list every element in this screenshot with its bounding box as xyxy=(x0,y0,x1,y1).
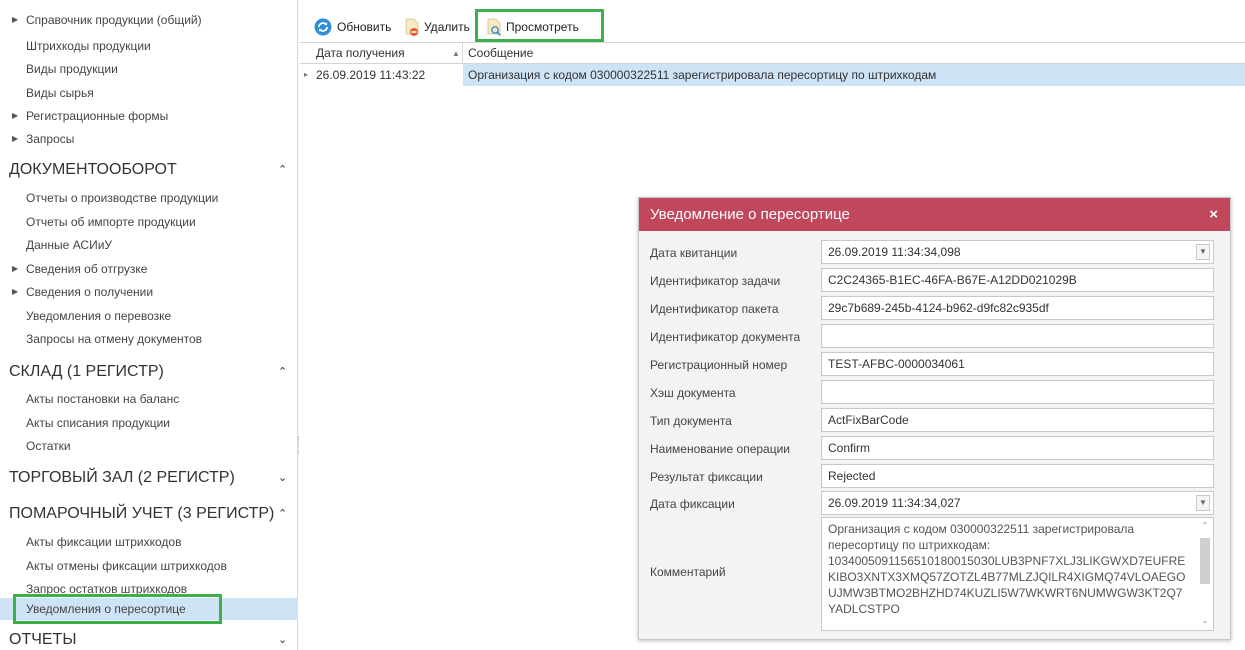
view-document-icon xyxy=(487,18,501,36)
fix-date-field[interactable]: 26.09.2019 11:34:34,027 ▼ xyxy=(821,491,1214,515)
highlight-frame xyxy=(13,594,222,624)
sidebar-item-production-reports[interactable]: Отчеты о производстве продукции xyxy=(0,187,298,209)
table-row[interactable]: ▸ 26.09.2019 11:43:22 Организация с кодо… xyxy=(300,64,1245,86)
label-fix-result: Результат фиксации xyxy=(650,470,763,484)
sidebar-item-asiiu-data[interactable]: Данные АСИиУ xyxy=(0,234,298,256)
sidebar-item-cancel-requests[interactable]: Запросы на отмену документов xyxy=(0,328,298,350)
sidebar-item-transport-notices[interactable]: Уведомления о перевозке xyxy=(0,305,298,327)
chevron-down-icon[interactable]: ⌄ xyxy=(278,625,287,650)
sidebar-item-barcode-fix-acts[interactable]: Акты фиксации штрихкодов xyxy=(0,531,298,553)
sidebar-item-registration-forms[interactable]: ▶ Регистрационные формы xyxy=(0,105,298,127)
label-comment: Комментарий xyxy=(650,565,726,579)
column-divider xyxy=(462,43,463,64)
sidebar-nav: ▶ Справочник продукции (общий) Штрихкоды… xyxy=(0,0,298,650)
scrollbar-thumb[interactable] xyxy=(1200,538,1210,584)
dialog-body: Дата квитанции 26.09.2019 11:34:34,098 ▼… xyxy=(639,231,1230,639)
label-document-id: Идентификатор документа xyxy=(650,330,801,344)
chevron-down-icon[interactable]: ⌄ xyxy=(278,463,287,493)
label-reg-number: Регистрационный номер xyxy=(650,358,788,372)
grid-header: Дата получения ▲ Сообщение xyxy=(300,42,1245,64)
label-doc-type: Тип документа xyxy=(650,414,732,428)
resort-notice-dialog: Уведомление о пересортице × Дата квитанц… xyxy=(638,197,1231,640)
fix-result-field[interactable]: Rejected xyxy=(821,464,1214,488)
close-icon[interactable]: × xyxy=(1209,198,1218,231)
sidebar-item-stock[interactable]: Остатки xyxy=(0,435,298,457)
doc-type-field[interactable]: ActFixBarCode xyxy=(821,408,1214,432)
row-expand-icon[interactable]: ▸ xyxy=(304,64,308,86)
dropdown-arrow-icon[interactable]: ▼ xyxy=(1196,495,1210,511)
sidebar-item-shipment-info[interactable]: ▶ Сведения об отгрузке xyxy=(0,258,298,280)
sidebar-item-barcode-unfix-acts[interactable]: Акты отмены фиксации штрихкодов xyxy=(0,555,298,577)
expand-arrow-icon[interactable]: ▶ xyxy=(12,105,18,127)
scroll-down-icon[interactable]: ⌄ xyxy=(1199,616,1211,626)
reg-number-field[interactable]: TEST-AFBC-0000034061 xyxy=(821,352,1214,376)
refresh-icon xyxy=(314,18,332,36)
section-reports[interactable]: ОТЧЕТЫ ⌄ xyxy=(0,625,298,650)
sidebar-item-writeoff-acts[interactable]: Акты списания продукции xyxy=(0,412,298,434)
section-warehouse[interactable]: СКЛАД (1 РЕГИСТР) ⌃ xyxy=(0,357,298,387)
column-header-message[interactable]: Сообщение xyxy=(468,43,533,64)
chevron-up-icon[interactable]: ⌃ xyxy=(278,155,287,185)
sidebar-item-balance-acts[interactable]: Акты постановки на баланс xyxy=(0,388,298,410)
sidebar-item-product-types[interactable]: Виды продукции xyxy=(0,58,298,80)
sidebar-item-requests[interactable]: ▶ Запросы xyxy=(0,128,298,150)
label-doc-hash: Хэш документа xyxy=(650,386,736,400)
section-sales-floor[interactable]: ТОРГОВЫЙ ЗАЛ (2 РЕГИСТР) ⌄ xyxy=(0,463,298,493)
dropdown-arrow-icon[interactable]: ▼ xyxy=(1196,244,1210,260)
label-receipt-date: Дата квитанции xyxy=(650,246,738,260)
sidebar-item-raw-types[interactable]: Виды сырья xyxy=(0,82,298,104)
expand-arrow-icon[interactable]: ▶ xyxy=(12,9,18,31)
operation-name-field[interactable]: Confirm xyxy=(821,436,1214,460)
sidebar-item-import-reports[interactable]: Отчеты об импорте продукции xyxy=(0,211,298,233)
doc-hash-field[interactable] xyxy=(821,380,1214,404)
expand-arrow-icon[interactable]: ▶ xyxy=(12,128,18,150)
sidebar-item-product-directory[interactable]: ▶ Справочник продукции (общий) xyxy=(0,9,298,31)
sidebar-item-receipt-info[interactable]: ▶ Сведения о получении xyxy=(0,281,298,303)
section-document-flow[interactable]: ДОКУМЕНТООБОРОТ ⌃ xyxy=(0,155,298,185)
label-fix-date: Дата фиксации xyxy=(650,497,735,511)
delete-document-icon xyxy=(405,18,419,36)
expand-arrow-icon[interactable]: ▶ xyxy=(12,281,18,303)
label-task-id: Идентификатор задачи xyxy=(650,274,781,288)
label-operation-name: Наименование операции xyxy=(650,442,790,456)
scroll-up-icon[interactable]: ⌃ xyxy=(1199,521,1211,531)
dialog-title: Уведомление о пересортице xyxy=(650,206,850,223)
sidebar-item-barcodes[interactable]: Штрихкоды продукции xyxy=(0,35,298,57)
chevron-up-icon[interactable]: ⌃ xyxy=(278,357,287,387)
dialog-titlebar: Уведомление о пересортице × xyxy=(639,198,1230,231)
refresh-button[interactable]: Обновить xyxy=(314,12,396,42)
cell-message: Организация с кодом 030000322511 зарегис… xyxy=(468,68,937,82)
chevron-up-icon[interactable]: ⌃ xyxy=(278,499,287,529)
document-id-field[interactable] xyxy=(821,324,1214,348)
comment-textarea[interactable]: Организация с кодом 030000322511 зарегис… xyxy=(821,517,1214,631)
section-brand-accounting[interactable]: ПОМАРОЧНЫЙ УЧЕТ (3 РЕГИСТР) ⌃ xyxy=(0,499,298,529)
task-id-field[interactable]: C2C24365-B1EC-46FA-B67E-A12DD021029B xyxy=(821,268,1214,292)
view-button[interactable]: Просмотреть xyxy=(485,12,601,42)
receipt-date-field[interactable]: 26.09.2019 11:34:34,098 ▼ xyxy=(821,240,1214,264)
delete-button[interactable]: Удалить xyxy=(403,12,475,42)
label-package-id: Идентификатор пакета xyxy=(650,302,779,316)
package-id-field[interactable]: 29c7b689-245b-4124-b962-d9fc82c935df xyxy=(821,296,1214,320)
toolbar: Обновить Удалить Просмотреть xyxy=(300,12,1245,42)
sort-ascending-icon: ▲ xyxy=(452,49,460,58)
splitter-grip[interactable] xyxy=(298,436,301,454)
cell-date: 26.09.2019 11:43:22 xyxy=(316,68,426,82)
column-header-date[interactable]: Дата получения ▲ xyxy=(316,43,462,64)
expand-arrow-icon[interactable]: ▶ xyxy=(12,258,18,280)
